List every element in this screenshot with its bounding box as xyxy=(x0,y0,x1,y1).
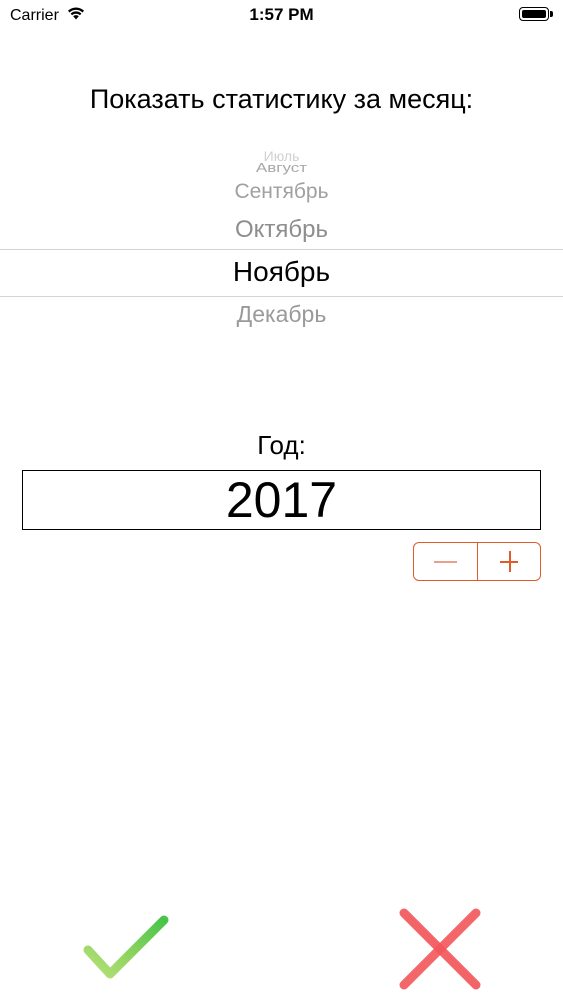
year-label: Год: xyxy=(257,430,306,460)
picker-selection-bottom-line xyxy=(0,296,563,297)
year-input[interactable] xyxy=(22,470,541,530)
month-picker[interactable]: Июль Август Сентябрь Октябрь Ноябрь Дека… xyxy=(0,140,563,340)
stepper-increment-button[interactable] xyxy=(478,543,541,580)
status-time: 1:57 PM xyxy=(249,5,314,24)
cancel-button[interactable] xyxy=(394,903,486,995)
checkmark-icon xyxy=(83,915,169,979)
month-title: Показать статистику за месяц: xyxy=(89,84,474,114)
picker-item-selected[interactable]: Ноябрь xyxy=(0,256,563,288)
picker-item-august[interactable]: Август xyxy=(0,161,563,176)
close-icon xyxy=(399,908,481,990)
picker-selection-top-line xyxy=(0,249,563,250)
year-stepper[interactable] xyxy=(413,542,541,581)
battery-icon xyxy=(519,7,553,21)
picker-item-october[interactable]: Октябрь xyxy=(0,216,563,244)
picker-item-december[interactable]: Декабрь xyxy=(0,301,563,328)
confirm-button[interactable] xyxy=(80,910,172,990)
stepper-decrement-button[interactable] xyxy=(414,543,478,580)
picker-item-september[interactable]: Сентябрь xyxy=(0,180,563,204)
status-bar: Carrier 1:57 PM xyxy=(0,0,563,30)
